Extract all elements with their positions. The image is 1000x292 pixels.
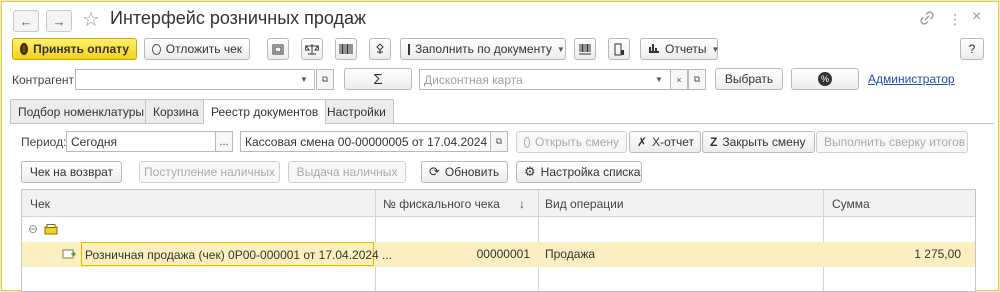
- percent-icon: %: [818, 72, 832, 86]
- period-select-button[interactable]: ...: [215, 131, 233, 152]
- box-icon[interactable]: [267, 38, 289, 60]
- refresh-button[interactable]: ⟳ Обновить: [421, 161, 508, 183]
- payment-circle-icon: [20, 43, 29, 55]
- clear-icon[interactable]: ×: [670, 69, 688, 90]
- back-button[interactable]: ←: [13, 10, 39, 32]
- open-shift-button[interactable]: Открыть смену: [516, 131, 627, 153]
- table-header: Чек № фискального чека ↓ Вид операции Су…: [22, 190, 975, 217]
- z-report-icon: Z: [710, 135, 718, 149]
- table-group-row[interactable]: ⊖: [22, 218, 975, 243]
- cash-shift-field[interactable]: Кассовая смена 00-00000005 от 17.04.2024…: [240, 131, 504, 152]
- table-row[interactable]: Розничная продажа (чек) 0Р00-000001 от 1…: [22, 242, 975, 267]
- tab-settings[interactable]: Настройки: [319, 99, 394, 123]
- document-icon: [62, 248, 77, 263]
- chevron-down-icon: ▼: [711, 44, 720, 54]
- chevron-down-icon[interactable]: ▼: [300, 75, 308, 84]
- period-label: Период:: [21, 135, 67, 149]
- amount: 1 275,00: [914, 247, 961, 261]
- clock-icon: [152, 43, 161, 55]
- window-title: Интерфейс розничных продаж: [110, 8, 367, 28]
- collapse-group-icon[interactable]: ⊖: [28, 222, 38, 236]
- barcode-icon[interactable]: [335, 38, 357, 60]
- document-fill-icon: [408, 43, 410, 55]
- terminal-icon[interactable]: [608, 38, 630, 60]
- column-header-operation[interactable]: Вид операции: [545, 197, 624, 211]
- clock-icon: [524, 136, 530, 148]
- column-header-check[interactable]: Чек: [30, 197, 50, 211]
- fiscal-number: 00000001: [476, 247, 530, 261]
- tab-item-selection[interactable]: Подбор номенклатуры: [10, 99, 153, 123]
- bar-chart-icon: [648, 42, 660, 56]
- cash-register-icon: [44, 224, 58, 238]
- gear-icon: ⚙: [524, 164, 536, 179]
- x-report-button[interactable]: ✗ X-отчет: [629, 131, 701, 153]
- arrow-left-icon: ←: [19, 13, 33, 29]
- main-window: ← → ☆ Интерфейс розничных продаж ⋮ × При…: [1, 1, 999, 292]
- column-header-fiscal-number[interactable]: № фискального чека: [383, 197, 500, 211]
- chevron-down-icon[interactable]: ▼: [655, 75, 663, 84]
- chevron-down-icon: ▼: [556, 44, 565, 54]
- postpone-check-button[interactable]: Отложить чек: [144, 38, 250, 60]
- more-menu-icon[interactable]: ⋮: [948, 11, 962, 28]
- open-shift-document-icon[interactable]: ⧉: [490, 131, 508, 152]
- link-icon[interactable]: [920, 11, 934, 28]
- help-button[interactable]: ?: [960, 38, 984, 60]
- discount-button[interactable]: %: [791, 68, 859, 90]
- cash-in-button[interactable]: Поступление наличных: [139, 161, 280, 183]
- documents-table: Чек № фискального чека ↓ Вид операции Су…: [21, 189, 976, 292]
- total-sum-button[interactable]: Σ: [344, 68, 412, 90]
- discount-card-input[interactable]: Дисконтная карта: [419, 69, 671, 90]
- operation-type: Продажа: [545, 247, 596, 261]
- x-report-icon: ✗: [637, 135, 648, 149]
- tab-basket[interactable]: Корзина: [145, 99, 207, 123]
- period-input[interactable]: Сегодня: [66, 131, 216, 152]
- close-shift-button[interactable]: Z Закрыть смену: [702, 131, 815, 153]
- scales-icon[interactable]: [301, 38, 323, 60]
- tab-document-registry[interactable]: Реестр документов: [203, 99, 327, 124]
- selected-cell[interactable]: Розничная продажа (чек) 0Р00-000001 от 1…: [81, 242, 392, 266]
- sort-descending-icon[interactable]: ↓: [519, 197, 525, 211]
- cash-out-button[interactable]: Выдача наличных: [288, 161, 406, 183]
- counterparty-input[interactable]: [75, 69, 315, 90]
- list-settings-button[interactable]: ⚙ Настройка списка: [516, 161, 642, 183]
- refresh-icon: ⟳: [429, 164, 440, 179]
- reports-button[interactable]: Отчеты ▼: [640, 38, 720, 60]
- open-counterparty-icon[interactable]: ⧉: [316, 69, 334, 90]
- forward-button[interactable]: →: [46, 10, 72, 32]
- accept-payment-button[interactable]: Принять оплату: [12, 38, 137, 60]
- check-name: Розничная продажа (чек) 0Р00-000001 от 1…: [85, 248, 393, 262]
- arrow-right-icon: →: [52, 13, 66, 29]
- barcode-scan-icon[interactable]: [574, 38, 596, 60]
- select-button[interactable]: Выбрать: [715, 68, 783, 90]
- user-link[interactable]: Администратор: [868, 72, 955, 86]
- return-check-button[interactable]: Чек на возврат: [21, 161, 122, 183]
- close-icon[interactable]: ×: [972, 8, 981, 26]
- favorite-star-icon[interactable]: ☆: [82, 7, 100, 32]
- gift-card-icon[interactable]: [369, 38, 391, 60]
- counterparty-label: Контрагент:: [12, 73, 78, 87]
- fill-by-document-button[interactable]: Заполнить по документу ▼: [400, 38, 566, 60]
- open-discount-card-icon[interactable]: ⧉: [688, 69, 706, 90]
- column-header-amount[interactable]: Сумма: [832, 197, 870, 211]
- reconcile-totals-button[interactable]: Выполнить сверку итогов: [816, 131, 968, 153]
